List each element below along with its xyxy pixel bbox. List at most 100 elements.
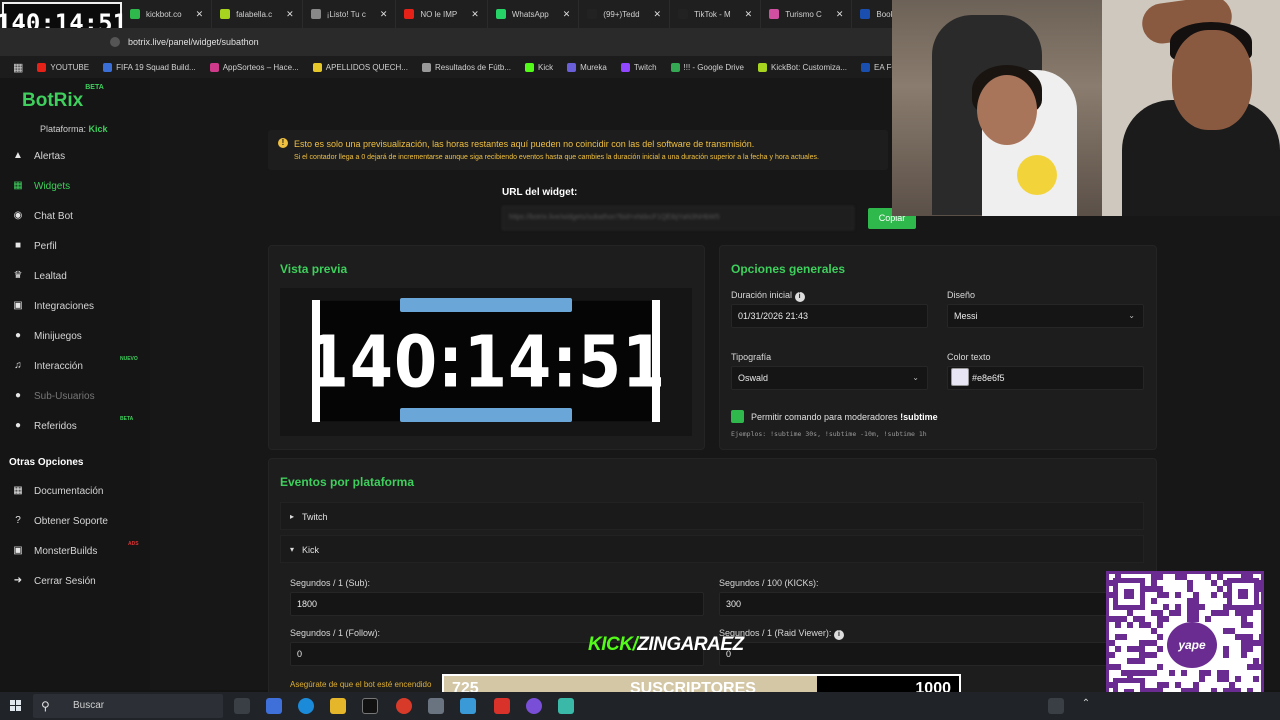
close-icon[interactable]: ✕ (471, 9, 479, 20)
bookmark[interactable]: FIFA 19 Squad Build... (96, 62, 203, 72)
taskbar-search[interactable]: ⚲ Buscar (33, 694, 223, 718)
bookmark-favicon-icon (620, 62, 630, 72)
qr-module (1157, 646, 1163, 652)
qr-module (1127, 622, 1133, 628)
browser-tab[interactable]: TikTok - M ✕ (670, 0, 762, 28)
sidebar-item-obtener-soporte[interactable]: ? Obtener Soporte (12, 515, 108, 527)
bookmark[interactable]: AppSorteos – Hace... (203, 62, 306, 72)
browser-tab[interactable]: Turismo C ✕ (761, 0, 853, 28)
taskview-icon[interactable] (234, 698, 250, 714)
qr-module (1109, 652, 1115, 658)
windows-start-icon[interactable] (10, 700, 22, 712)
browser-tab[interactable]: (99+)Tedd ✕ (579, 0, 671, 28)
browser-tab[interactable]: falabella.c ✕ (212, 0, 303, 28)
sidebar-item-documentaci-n[interactable]: ▦ Documentación (12, 485, 103, 497)
sidebar-item-sub-usuarios[interactable]: ● Sub-Usuarios (12, 390, 95, 402)
chevron-down-icon: ▾ (290, 545, 295, 554)
widget-url-input[interactable]: https://botrix.live/widgets/subathon?bid… (502, 206, 854, 230)
sidebar-item-label: Sub-Usuarios (34, 390, 95, 402)
sidebar-item-minijuegos[interactable]: ● Minijuegos (12, 330, 82, 342)
bookmark[interactable]: Resultados de Fútb... (415, 62, 518, 72)
kicks-seconds-input[interactable]: 300 (719, 592, 1133, 616)
sidebar-item-chat-bot[interactable]: ◉ Chat Bot (12, 210, 73, 222)
close-icon[interactable]: ✕ (745, 9, 753, 20)
close-icon[interactable]: ✕ (196, 9, 204, 20)
chrome-icon[interactable] (396, 698, 412, 714)
sidebar-item-referidos[interactable]: ● Referidos (12, 420, 77, 432)
app-icon[interactable] (558, 698, 574, 714)
address-bar[interactable]: botrix.live/panel/widget/subathon (0, 28, 892, 56)
browser-tab[interactable]: Booking.co✕ (852, 0, 892, 28)
close-icon[interactable]: ✕ (654, 9, 662, 20)
bookmark[interactable]: Twitch (614, 62, 664, 72)
browser-tab[interactable]: kickbot.co ✕ (122, 0, 213, 28)
info-icon[interactable]: i (794, 292, 805, 302)
bookmark[interactable]: YOUTUBE (30, 62, 96, 72)
qr-module (1115, 646, 1121, 652)
app-icon[interactable] (428, 698, 444, 714)
color-swatch[interactable] (951, 368, 969, 386)
bookmark[interactable]: EA FC 26 C (854, 62, 892, 72)
close-icon[interactable]: ✕ (286, 9, 294, 20)
design-select[interactable]: Messi ⌄ (947, 304, 1144, 328)
robot-icon: ◉ (13, 210, 23, 221)
botrix-logo[interactable]: BotRixBETA (22, 84, 104, 112)
app-icon[interactable] (526, 698, 542, 714)
qr-module (1181, 670, 1187, 676)
twitch-accordion[interactable]: ▸ Twitch (280, 502, 1144, 530)
initial-duration-input[interactable]: 01/31/2026 21:43 (731, 304, 928, 328)
site-info-icon[interactable] (110, 37, 120, 47)
logout-icon: ➜ (13, 575, 23, 586)
qr-module (1205, 670, 1211, 676)
text-color-value: #e8e6f5 (972, 373, 1005, 383)
bookmark[interactable]: !!! - Google Drive (664, 62, 751, 72)
moderator-command-checkbox[interactable] (731, 410, 744, 423)
info-icon[interactable]: i (833, 630, 844, 640)
sidebar-item-widgets[interactable]: ▦ Widgets (12, 180, 70, 192)
widgets-icon: ▦ (13, 180, 23, 191)
bookmark[interactable]: APELLIDOS QUECH... (306, 62, 415, 72)
bookmark[interactable]: KickBot: Customiza... (751, 62, 854, 72)
yape-logo: yape (1167, 622, 1217, 668)
browser-tab[interactable]: NO le IMP ✕ (396, 0, 488, 28)
bookmark-label: Mureka (580, 62, 607, 72)
sidebar-item-perfil[interactable]: ■ Perfil (12, 240, 57, 252)
sidebar-item-alertas[interactable]: ▲ Alertas (12, 150, 65, 162)
app-icon[interactable] (460, 698, 476, 714)
sidebar-item-interacci-n[interactable]: ♫ Interacción (12, 360, 83, 372)
warning-icon: ! (278, 138, 288, 148)
apps-grid-icon[interactable]: ▦ (6, 61, 30, 74)
file-explorer-icon[interactable] (330, 698, 346, 714)
sidebar-item-monsterbuilds[interactable]: ▣ MonsterBuilds (12, 545, 97, 557)
raid-seconds-input[interactable]: 0 (719, 642, 1133, 666)
close-icon[interactable]: ✕ (380, 9, 388, 20)
bookmark[interactable]: Kick (518, 62, 560, 72)
tab-label: Booking.co (876, 9, 892, 19)
font-value: Oswald (738, 373, 769, 383)
sub-seconds-input[interactable]: 1800 (290, 592, 704, 616)
sidebar: BotRixBETA Plataforma: Kick ▲ Alertas ▦ Wid… (0, 78, 150, 690)
bookmark[interactable]: Mureka (560, 62, 614, 72)
text-color-input[interactable]: #e8e6f5 (947, 366, 1144, 390)
sidebar-item-cerrar-sesi-n[interactable]: ➜ Cerrar Sesión (12, 575, 96, 587)
qr-module (1199, 676, 1205, 682)
close-icon[interactable]: ✕ (563, 9, 571, 20)
sidebar-item-lealtad[interactable]: ♛ Lealtad (12, 270, 67, 282)
chevron-up-icon[interactable]: ⌃ (1078, 698, 1094, 714)
browser-tab[interactable]: WhatsApp ✕ (488, 0, 580, 28)
app-icon[interactable] (494, 698, 510, 714)
url-text[interactable]: botrix.live/panel/widget/subathon (128, 37, 259, 47)
monitor-icon: ▣ (13, 545, 23, 556)
capcut-icon[interactable] (362, 698, 378, 714)
tab-label: (99+)Tedd (603, 9, 640, 19)
edge-icon[interactable] (298, 698, 314, 714)
sidebar-item-integraciones[interactable]: ▣ Integraciones (12, 300, 94, 312)
sidebar-item-label: Documentación (34, 485, 104, 497)
browser-tab[interactable]: ¡Listo! Tu c ✕ (303, 0, 397, 28)
font-select[interactable]: Oswald ⌄ (731, 366, 928, 390)
sidebar-badge: ADS (128, 541, 139, 547)
kick-accordion[interactable]: ▾ Kick (280, 535, 1144, 563)
copilot-icon[interactable] (266, 698, 282, 714)
system-tray-icon[interactable] (1048, 698, 1064, 714)
close-icon[interactable]: ✕ (836, 9, 844, 20)
